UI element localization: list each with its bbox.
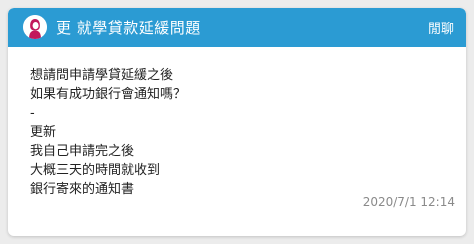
post-body: 想請問申請學貸延緩之後 如果有成功銀行會通知嗎？ - 更新 我自己申請完之後 大… xyxy=(30,66,450,199)
board-name[interactable]: 閒聊 xyxy=(428,18,454,37)
post-title[interactable]: 更 就學貸款延緩問題 xyxy=(56,17,201,38)
post-body-line: 更新 xyxy=(30,125,57,140)
post-card[interactable]: 更 就學貸款延緩問題 閒聊 想請問申請學貸延緩之後 如果有成功銀行會通知嗎？ -… xyxy=(8,8,466,236)
post-header: 更 就學貸款延緩問題 閒聊 xyxy=(8,8,466,47)
post-body-line: 想請問申請學貸延緩之後 xyxy=(30,68,174,83)
post-body-line: - xyxy=(30,106,35,121)
post-body-line: 我自己申請完之後 xyxy=(30,144,135,159)
post-body-line: 大概三天的時間就收到 xyxy=(30,163,161,178)
female-avatar-icon xyxy=(23,15,47,39)
post-body-line: 如果有成功銀行會通知嗎？ xyxy=(30,87,187,102)
post-timestamp: 2020/7/1 12:14 xyxy=(362,195,455,209)
